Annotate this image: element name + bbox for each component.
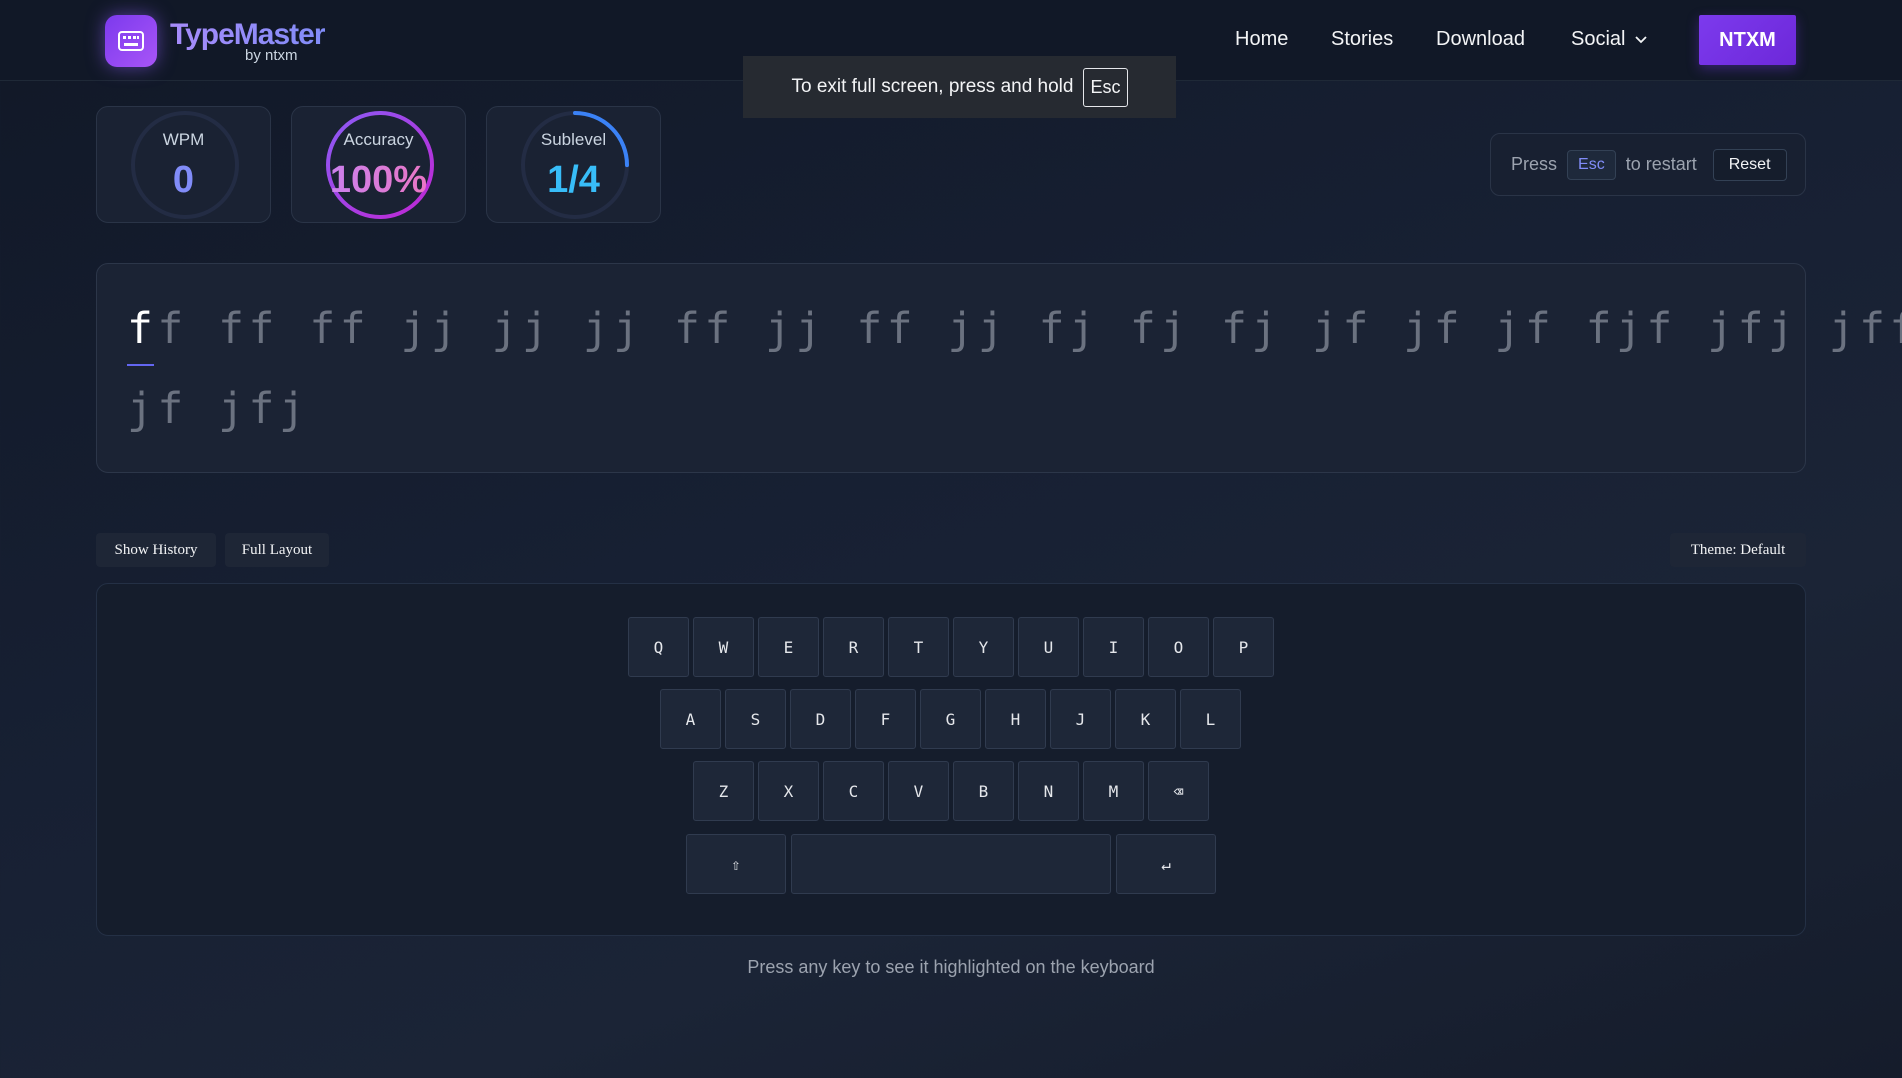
- text-line-2: jf jfj: [127, 384, 310, 434]
- toast-esc-key: Esc: [1083, 67, 1128, 107]
- nav-social[interactable]: Social: [1571, 28, 1648, 51]
- ntxm-button[interactable]: NTXM: [1699, 15, 1796, 65]
- text-line-1: ff ff ff jj jj jj ff jj ff jj fj fj fj j…: [127, 304, 1902, 354]
- full-layout-button[interactable]: Full Layout: [225, 533, 329, 567]
- key-o[interactable]: O: [1148, 617, 1209, 677]
- key-k[interactable]: K: [1115, 689, 1176, 749]
- theme-button[interactable]: Theme: Default: [1670, 533, 1806, 567]
- nav-home[interactable]: Home: [1235, 28, 1288, 51]
- sublevel-value: 1/4: [547, 159, 600, 201]
- key-s[interactable]: S: [725, 689, 786, 749]
- key-u[interactable]: U: [1018, 617, 1079, 677]
- chevron-down-icon: [1635, 35, 1648, 43]
- sublevel-label: Sublevel: [540, 130, 607, 149]
- key-g[interactable]: G: [920, 689, 981, 749]
- key-space[interactable]: [791, 834, 1111, 894]
- key-p[interactable]: P: [1213, 617, 1274, 677]
- restart-press-label: Press: [1511, 154, 1558, 174]
- key-v[interactable]: V: [888, 761, 949, 821]
- key-shift[interactable]: ⇧: [686, 834, 786, 894]
- accuracy-card: Accuracy 100%: [291, 106, 466, 223]
- key-w[interactable]: W: [693, 617, 754, 677]
- key-f[interactable]: F: [855, 689, 916, 749]
- toast-message: To exit full screen, press and hold: [791, 76, 1074, 97]
- key-a[interactable]: A: [660, 689, 721, 749]
- remaining-text-line-1: f ff ff jj jj jj ff jj ff jj fj fj fj jf…: [157, 304, 1902, 354]
- fullscreen-exit-toast: To exit full screen, press and hold Esc: [743, 56, 1176, 118]
- key-enter[interactable]: ↵: [1116, 834, 1216, 894]
- nav-stories[interactable]: Stories: [1331, 28, 1393, 51]
- reset-button[interactable]: Reset: [1712, 148, 1787, 181]
- key-e[interactable]: E: [758, 617, 819, 677]
- restart-esc-key: Esc: [1567, 149, 1616, 180]
- nav-download[interactable]: Download: [1436, 28, 1525, 51]
- key-z[interactable]: Z: [693, 761, 754, 821]
- key-c[interactable]: C: [823, 761, 884, 821]
- restart-suffix-label: to restart: [1625, 154, 1697, 174]
- restart-panel: Press Esc to restart Reset: [1490, 133, 1806, 196]
- key-n[interactable]: N: [1018, 761, 1079, 821]
- key-m[interactable]: M: [1083, 761, 1144, 821]
- key-j[interactable]: J: [1050, 689, 1111, 749]
- current-char: f: [127, 304, 158, 354]
- wpm-card: WPM 0: [96, 106, 271, 223]
- key-i[interactable]: I: [1083, 617, 1144, 677]
- key-r[interactable]: R: [823, 617, 884, 677]
- key-b[interactable]: B: [953, 761, 1014, 821]
- key-x[interactable]: X: [758, 761, 819, 821]
- wpm-label: WPM: [162, 130, 205, 149]
- typing-caret: [127, 364, 154, 366]
- logo-subtitle: by ntxm: [245, 47, 298, 64]
- sublevel-card: Sublevel 1/4: [486, 106, 661, 223]
- typing-text-panel[interactable]: ff ff ff jj jj jj ff jj ff jj fj fj fj j…: [96, 263, 1902, 473]
- key-y[interactable]: Y: [953, 617, 1014, 677]
- accuracy-label: Accuracy: [343, 130, 414, 149]
- key-l[interactable]: L: [1180, 689, 1241, 749]
- key-backspace[interactable]: ⌫: [1148, 761, 1209, 821]
- accuracy-value: 100%: [292, 159, 465, 202]
- keyboard-hint: Press any key to see it highlighted on t…: [747, 957, 1155, 977]
- key-q[interactable]: Q: [628, 617, 689, 677]
- nav-social-label: Social: [1571, 28, 1626, 50]
- wpm-value: 0: [172, 159, 195, 201]
- key-h[interactable]: H: [985, 689, 1046, 749]
- key-t[interactable]: T: [888, 617, 949, 677]
- logo-keyboard-icon[interactable]: [105, 15, 157, 67]
- show-history-button[interactable]: Show History: [96, 533, 216, 567]
- key-d[interactable]: D: [790, 689, 851, 749]
